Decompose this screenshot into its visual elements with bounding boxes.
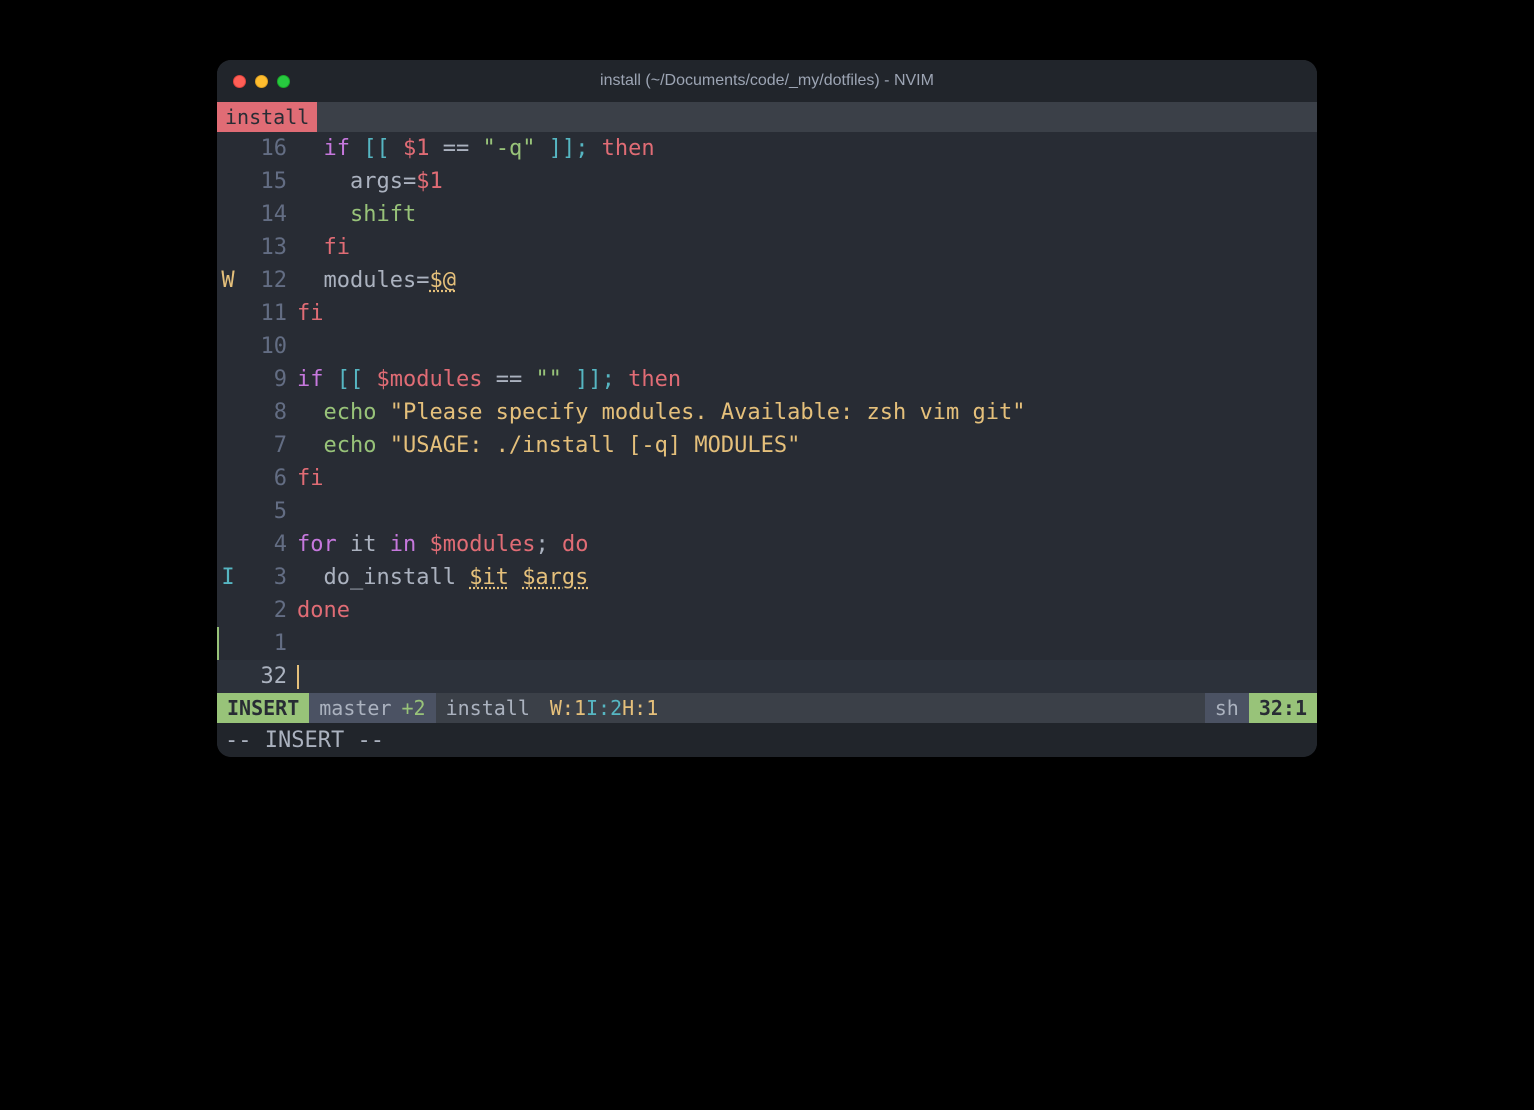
- code-line: 6 fi: [217, 462, 1317, 495]
- cursor-icon: [297, 665, 299, 689]
- window-titlebar: install (~/Documents/code/_my/dotfiles) …: [217, 60, 1317, 102]
- code-line: 8 echo "Please specify modules. Availabl…: [217, 396, 1317, 429]
- git-branch: master +2: [309, 693, 435, 723]
- line-number: 6: [239, 462, 289, 495]
- mode-indicator: INSERT: [217, 693, 309, 723]
- current-line: 32: [217, 660, 1317, 693]
- code: for it in $modules; do: [289, 528, 1317, 561]
- diag-hints: H:1: [622, 696, 658, 720]
- code-line: 9 if [[ $modules == "" ]]; then: [217, 363, 1317, 396]
- code-line: 10: [217, 330, 1317, 363]
- statusline-spacer: [668, 693, 1204, 723]
- code: echo "Please specify modules. Available:…: [289, 396, 1317, 429]
- tab-install[interactable]: install: [217, 102, 317, 132]
- line-number: 12: [239, 264, 289, 297]
- line-number: 3: [239, 561, 289, 594]
- code-line: 16 if [[ $1 == "-q" ]]; then: [217, 132, 1317, 165]
- command-line: -- INSERT --: [217, 723, 1317, 757]
- zoom-icon[interactable]: [277, 75, 290, 88]
- code: do_install $it $args: [289, 561, 1317, 594]
- cursor-position: 32:1: [1249, 693, 1317, 723]
- branch-name: master: [319, 696, 391, 720]
- line-number: 7: [239, 429, 289, 462]
- traffic-lights: [233, 75, 290, 88]
- sign-warning: W: [217, 264, 239, 297]
- code-line: I 3 do_install $it $args: [217, 561, 1317, 594]
- line-number: 10: [239, 330, 289, 363]
- code-line: 15 args=$1: [217, 165, 1317, 198]
- code: [289, 660, 1317, 693]
- diagnostics: W:1 I:2 H:1: [540, 693, 668, 723]
- code: if [[ $modules == "" ]]; then: [289, 363, 1317, 396]
- line-number: 14: [239, 198, 289, 231]
- code: echo "USAGE: ./install [-q] MODULES": [289, 429, 1317, 462]
- diag-warnings: W:1: [550, 696, 586, 720]
- filetype: sh: [1205, 693, 1249, 723]
- code-line: 14 shift: [217, 198, 1317, 231]
- line-number: 9: [239, 363, 289, 396]
- line-number: 11: [239, 297, 289, 330]
- code-line: 2 done: [217, 594, 1317, 627]
- code-line: 11 fi: [217, 297, 1317, 330]
- window-title: install (~/Documents/code/_my/dotfiles) …: [217, 72, 1317, 90]
- code: done: [289, 594, 1317, 627]
- code-line: 4 for it in $modules; do: [217, 528, 1317, 561]
- code: args=$1: [289, 165, 1317, 198]
- diag-info: I:2: [586, 696, 622, 720]
- code-line: W 12 modules=$@: [217, 264, 1317, 297]
- code-line: 13 fi: [217, 231, 1317, 264]
- sign-info: I: [217, 561, 239, 594]
- cursor-line-indicator: [217, 627, 219, 660]
- line-number: 4: [239, 528, 289, 561]
- tabline: install: [217, 102, 1317, 132]
- code-line: 1: [217, 627, 1317, 660]
- code: fi: [289, 462, 1317, 495]
- code: fi: [289, 231, 1317, 264]
- line-number-current: 32: [239, 660, 289, 693]
- line-number: 5: [239, 495, 289, 528]
- line-number: 13: [239, 231, 289, 264]
- terminal-window: install (~/Documents/code/_my/dotfiles) …: [217, 60, 1317, 757]
- code: if [[ $1 == "-q" ]]; then: [289, 132, 1317, 165]
- code: fi: [289, 297, 1317, 330]
- editor-area[interactable]: 16 if [[ $1 == "-q" ]]; then 15 args=$1 …: [217, 132, 1317, 693]
- line-number: 15: [239, 165, 289, 198]
- line-number: 8: [239, 396, 289, 429]
- code-line: 7 echo "USAGE: ./install [-q] MODULES": [217, 429, 1317, 462]
- line-number: 2: [239, 594, 289, 627]
- git-diff-count: +2: [402, 696, 426, 720]
- code: modules=$@: [289, 264, 1317, 297]
- code: shift: [289, 198, 1317, 231]
- minimize-icon[interactable]: [255, 75, 268, 88]
- statusline: INSERT master +2 install W:1 I:2 H:1 sh …: [217, 693, 1317, 723]
- filename: install: [436, 693, 540, 723]
- mode-message: -- INSERT --: [225, 728, 384, 753]
- code-line: 5: [217, 495, 1317, 528]
- line-number: 1: [239, 627, 289, 660]
- tab-label: install: [225, 105, 309, 129]
- line-number: 16: [239, 132, 289, 165]
- close-icon[interactable]: [233, 75, 246, 88]
